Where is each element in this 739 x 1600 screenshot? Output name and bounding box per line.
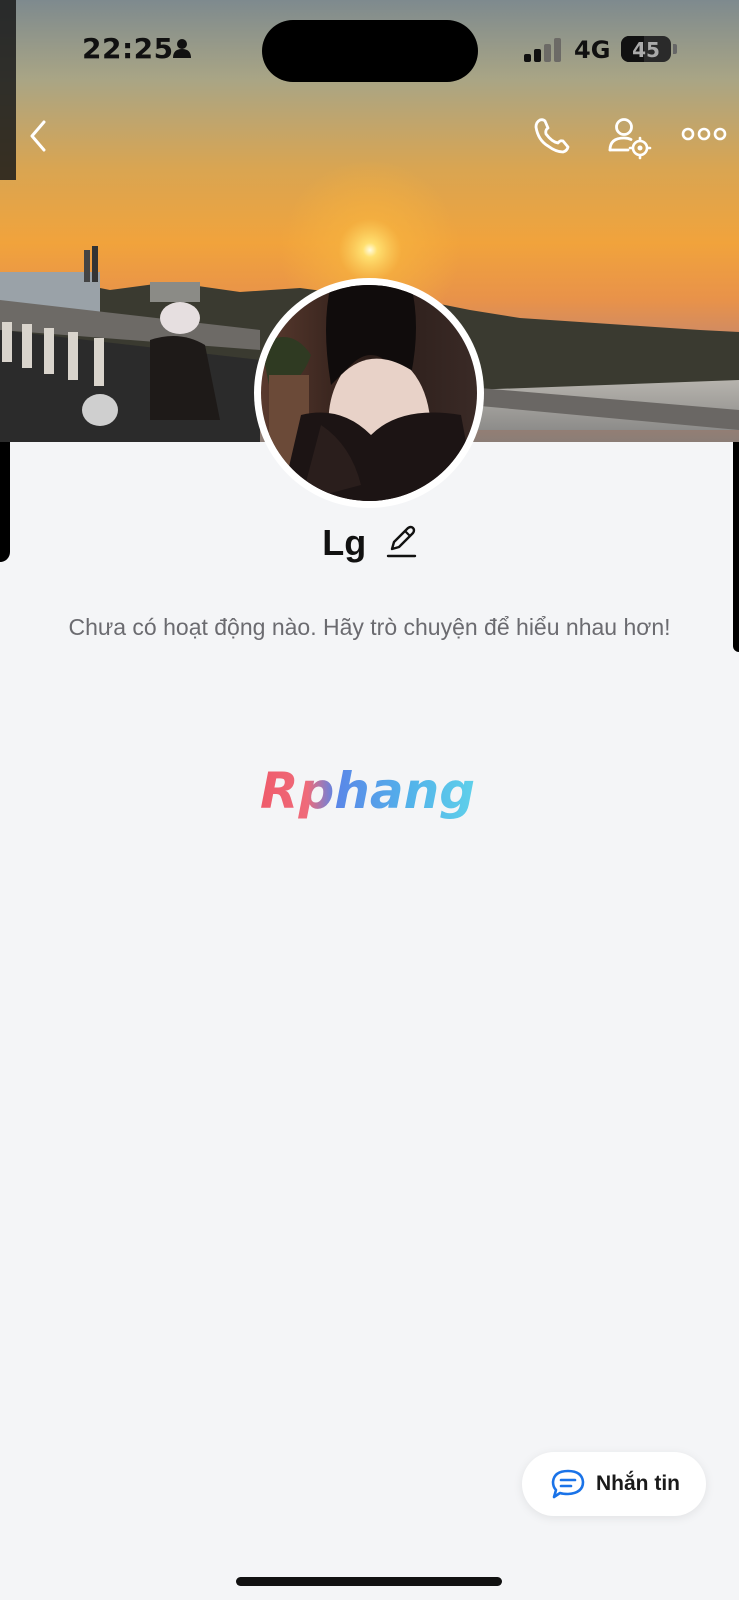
battery-level: 45 [632, 38, 660, 62]
profile-name: Lg [322, 522, 367, 563]
user-gear-icon [608, 118, 652, 160]
call-button[interactable] [530, 114, 574, 158]
status-bar: 22:25 4G 45 [0, 0, 739, 100]
network-label: 4G [574, 36, 611, 64]
profile-settings-button[interactable] [606, 114, 654, 162]
send-message-label: Nhắn tin [596, 1472, 680, 1495]
battery-nub [673, 44, 677, 54]
battery-icon: 45 [621, 36, 671, 62]
phone-icon [534, 118, 570, 154]
chevron-left-icon [30, 120, 46, 152]
dynamic-island [262, 20, 478, 82]
home-indicator[interactable] [236, 1577, 502, 1586]
profile-screen: 22:25 4G 45 Lg Chưa có hoạt động nào. Hã… [0, 0, 739, 1600]
watermark-text: Rphang [260, 764, 475, 820]
chat-bubble-icon [551, 1469, 585, 1499]
ellipsis-icon [681, 127, 727, 141]
profile-name-row: Lg [0, 522, 739, 574]
edit-name-button[interactable] [385, 523, 417, 564]
person-icon [172, 38, 192, 63]
avatar-photo [261, 285, 477, 501]
empty-activity-message: Chưa có hoạt động nào. Hãy trò chuyện để… [68, 614, 671, 640]
watermark-logo: Rphang [258, 762, 488, 834]
back-button[interactable] [20, 114, 60, 158]
avatar[interactable] [254, 278, 484, 508]
pencil-icon [386, 525, 416, 557]
signal-icon [524, 38, 564, 67]
send-message-button[interactable]: Nhắn tin [522, 1452, 706, 1516]
more-button[interactable] [680, 118, 728, 150]
status-time: 22:25 [82, 32, 174, 65]
